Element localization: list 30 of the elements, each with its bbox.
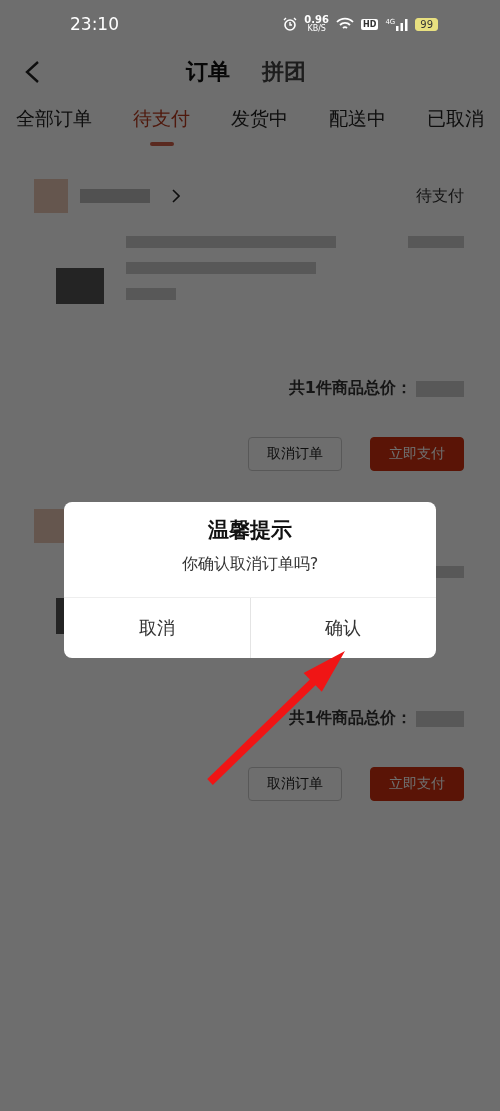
cancel-order-button[interactable]: 取消订单 [248, 437, 342, 471]
filter-tab[interactable]: 发货中 [231, 96, 288, 158]
total-label: 共1件商品总价： [288, 378, 412, 399]
order-status: 待支付 [416, 185, 464, 207]
back-icon[interactable] [24, 60, 40, 84]
speed-unit: KB/S [307, 25, 326, 33]
pay-button[interactable]: 立即支付 [370, 437, 464, 471]
dialog-title: 温馨提示 [207, 517, 293, 544]
wifi-icon [336, 17, 355, 31]
clock-time: 23:10 [70, 14, 119, 34]
filter-tab[interactable]: 全部订单 [16, 96, 92, 158]
hd-badge: HD [361, 18, 379, 30]
signal-icon [396, 17, 409, 31]
cancel-order-button[interactable]: 取消订单 [248, 767, 342, 801]
pay-button[interactable]: 立即支付 [370, 767, 464, 801]
filter-tab[interactable]: 待支付 [133, 96, 190, 158]
dialog-message: 你确认取消订单吗? [180, 554, 320, 575]
blurred-product-image [56, 268, 104, 304]
header-tab[interactable]: 拼团 [262, 57, 306, 87]
total-label: 共1件商品总价： [288, 708, 412, 729]
battery-level: 99 [415, 17, 438, 31]
chevron-right-icon[interactable] [172, 189, 180, 203]
filter-tab[interactable]: 已取消 [427, 96, 484, 158]
header-tab[interactable]: 订单 [186, 57, 230, 87]
blurred-shop-logo [34, 179, 68, 213]
network-speed: 0.96 [304, 15, 330, 25]
alarm-icon [283, 17, 298, 31]
filter-tab[interactable]: 配送中 [329, 96, 386, 158]
blurred-shop-name [80, 189, 150, 203]
dialog-button[interactable]: 取消 [64, 598, 250, 658]
